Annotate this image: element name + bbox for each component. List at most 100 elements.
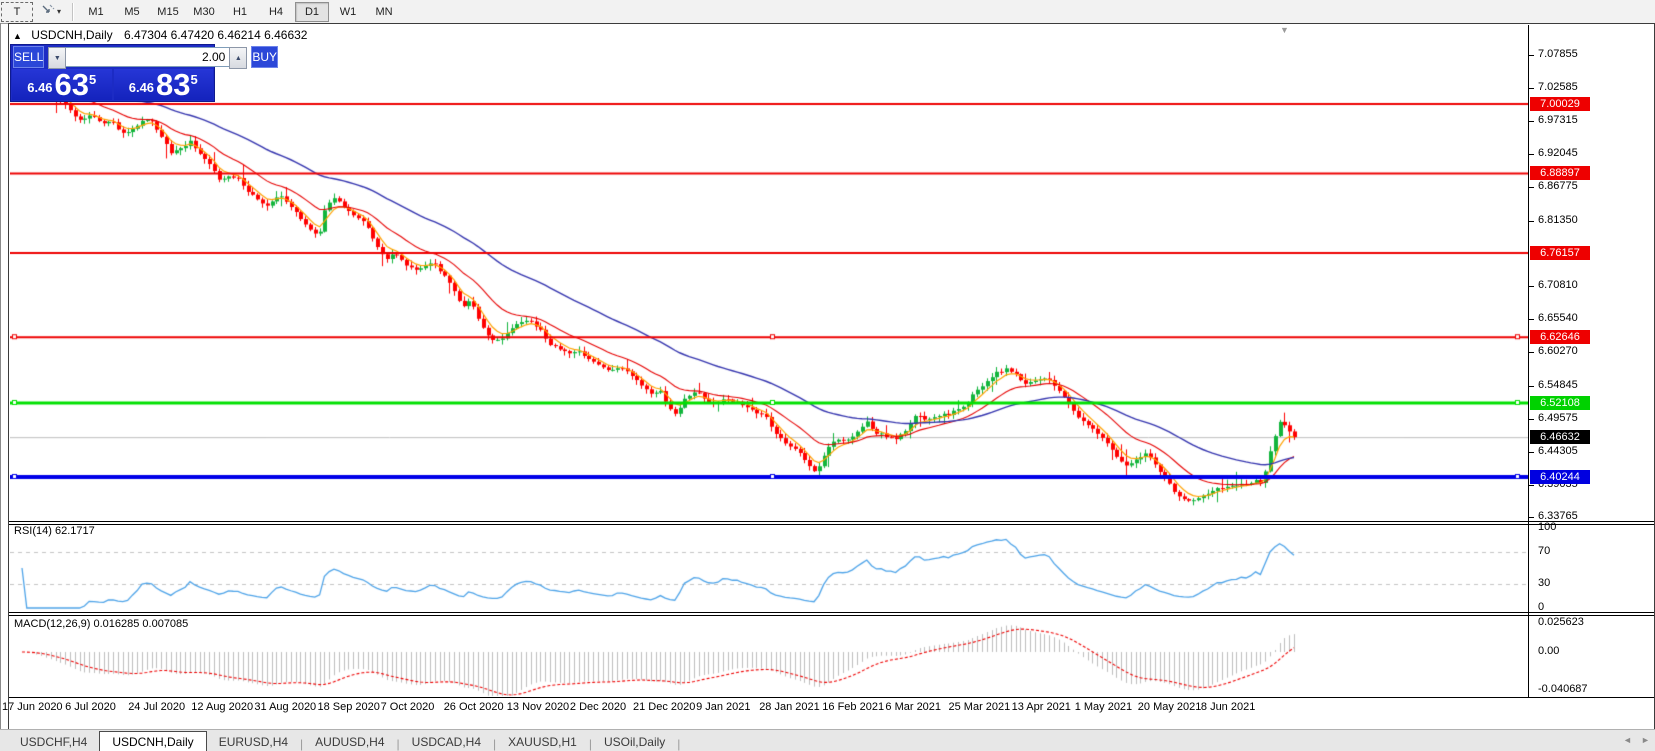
- macd-axis-label: -0.040687: [1538, 683, 1588, 695]
- tab-scroll-right-button[interactable]: ►: [1638, 733, 1653, 747]
- objects-tool-button[interactable]: ▾: [35, 2, 67, 22]
- tab-eurusd-h4[interactable]: EURUSD,H4: [207, 733, 300, 751]
- buy-price-prefix: 6.46: [128, 80, 155, 95]
- price-line-label: 6.46632: [1530, 430, 1590, 444]
- timeframe-button-mn[interactable]: MN: [367, 2, 401, 22]
- price-tick-mark: [1529, 154, 1534, 155]
- price-tick-mark: [1529, 319, 1534, 320]
- price-line-label: 6.40244: [1530, 470, 1590, 484]
- rsi-axis-label: 70: [1538, 545, 1551, 557]
- timeframe-button-w1[interactable]: W1: [331, 2, 365, 22]
- buy-price-pip: 5: [190, 72, 198, 87]
- date-tick-label: 13 Apr 2021: [1011, 701, 1071, 713]
- price-tick-mark: [1529, 485, 1534, 486]
- one-click-trading-panel: SELL ▼ ▲ BUY 6.46 63 5 6.46 83 5: [10, 44, 279, 102]
- date-tick-label: 28 Jan 2021: [759, 701, 820, 713]
- price-tick-mark: [1529, 88, 1534, 89]
- price-line-label: 6.88897: [1530, 166, 1590, 180]
- timeframe-button-h1[interactable]: H1: [223, 2, 257, 22]
- tab-separator: |: [677, 737, 681, 751]
- timeframe-button-h4[interactable]: H4: [259, 2, 293, 22]
- volume-input[interactable]: [66, 47, 230, 67]
- chart-ohlc-values: 6.47304 6.47420 6.46214 6.46632: [123, 28, 308, 42]
- buy-price-display[interactable]: 6.46 83 5: [113, 67, 213, 102]
- sell-button[interactable]: SELL: [13, 46, 45, 68]
- volume-increase-button[interactable]: ▲: [229, 47, 248, 69]
- buy-price-digits: 83: [156, 67, 191, 102]
- date-tick-label: 16 Feb 2021: [822, 701, 885, 713]
- price-axis-divider: [1528, 25, 1529, 697]
- date-tick-label: 9 Jan 2021: [696, 701, 751, 713]
- price-line-label: 6.76157: [1530, 246, 1590, 260]
- objects-tool-icon: [41, 4, 55, 19]
- date-tick-label: 31 Aug 2020: [254, 701, 317, 713]
- chart-bottom-border: [9, 697, 1654, 698]
- price-tick-label: 6.54845: [1538, 379, 1578, 391]
- price-tick-mark: [1529, 352, 1534, 353]
- symbol-marker-icon: ▲: [13, 31, 22, 41]
- date-tick-label: 21 Dec 2020: [633, 701, 696, 713]
- timeframe-button-m5[interactable]: M5: [115, 2, 149, 22]
- buy-button[interactable]: BUY: [251, 46, 279, 68]
- price-tick-label: 6.97315: [1538, 114, 1578, 126]
- price-tick-label: 6.81350: [1538, 214, 1578, 226]
- price-tick-label: 6.49575: [1538, 412, 1578, 424]
- tab-xauusd-h1[interactable]: XAUUSD,H1: [496, 733, 589, 751]
- volume-stepper: ▼ ▲: [48, 47, 248, 69]
- macd-panel-separator[interactable]: [9, 612, 1654, 616]
- price-tick-label: 6.60270: [1538, 345, 1578, 357]
- timeframe-button-m30[interactable]: M30: [187, 2, 221, 22]
- price-tick-mark: [1529, 286, 1534, 287]
- rsi-axis-label: 30: [1538, 577, 1551, 589]
- text-tool-button[interactable]: T: [1, 1, 33, 22]
- toolbar-separator: [72, 2, 74, 21]
- date-tick-label: 7 Oct 2020: [380, 701, 435, 713]
- timeframe-button-m1[interactable]: M1: [79, 2, 113, 22]
- sell-price-prefix: 6.46: [27, 80, 53, 95]
- sell-price-pip: 5: [89, 72, 97, 87]
- price-tick-mark: [1529, 419, 1534, 420]
- macd-label: MACD(12,26,9) 0.016285 0.007085: [14, 618, 189, 630]
- window-left-border: [0, 23, 1, 750]
- price-tick-mark: [1529, 221, 1534, 222]
- timeframe-button-d1[interactable]: D1: [295, 1, 329, 22]
- date-tick-label: 8 Jun 2021: [1200, 701, 1256, 713]
- date-tick-label: 24 Jul 2020: [128, 701, 186, 713]
- date-tick-label: 2 Dec 2020: [569, 701, 627, 713]
- date-tick-label: 20 May 2021: [1137, 701, 1202, 713]
- date-tick-label: 25 Mar 2021: [948, 701, 1011, 713]
- macd-axis-label: 0.00: [1538, 645, 1560, 657]
- date-tick-label: 6 Jul 2020: [65, 701, 116, 713]
- price-tick-label: 6.44305: [1538, 445, 1578, 457]
- rsi-panel-separator[interactable]: [9, 521, 1654, 525]
- top-toolbar: T ▾ M1 M5 M15 M30 H1 H4 D1 W1 MN: [0, 0, 1655, 24]
- timeframe-button-m15[interactable]: M15: [151, 2, 185, 22]
- price-line-label: 7.00029: [1530, 97, 1590, 111]
- price-tick-label: 6.70810: [1538, 279, 1578, 291]
- price-line-label: 6.52108: [1530, 396, 1590, 410]
- price-line-label: 6.62646: [1530, 330, 1590, 344]
- chart-tab-bar: USDCHF,H4 USDCNH,Daily EURUSD,H4 | AUDUSD,H4…: [0, 729, 1655, 751]
- price-tick-mark: [1529, 386, 1534, 387]
- date-tick-label: 17 Jun 2020: [2, 701, 63, 713]
- price-tick-mark: [1529, 187, 1534, 188]
- price-tick-mark: [1529, 121, 1534, 122]
- chart-canvas[interactable]: [10, 25, 1528, 697]
- tab-audusd-h4[interactable]: AUDUSD,H4: [303, 733, 396, 751]
- macd-axis-label: 0.025623: [1538, 616, 1584, 628]
- tab-scroll-left-button[interactable]: ◄: [1620, 733, 1635, 747]
- tab-usdchf-h4[interactable]: USDCHF,H4: [8, 733, 99, 751]
- date-tick-label: 6 Mar 2021: [885, 701, 942, 713]
- date-tick-label: 12 Aug 2020: [191, 701, 254, 713]
- price-tick-label: 7.07855: [1538, 48, 1578, 60]
- volume-decrease-button[interactable]: ▼: [48, 47, 67, 69]
- tab-usdcnh-daily[interactable]: USDCNH,Daily: [99, 731, 207, 751]
- date-tick-label: 13 Nov 2020: [506, 701, 570, 713]
- tab-usdcad-h4[interactable]: USDCAD,H4: [400, 733, 493, 751]
- sell-price-display[interactable]: 6.46 63 5: [12, 69, 112, 100]
- chart-shift-marker-icon[interactable]: ▼: [1280, 25, 1289, 35]
- tab-usoil-daily[interactable]: USOil,Daily: [592, 733, 677, 751]
- chart-symbol-period: USDCNH,Daily: [31, 28, 113, 42]
- price-tick-label: 7.02585: [1538, 81, 1578, 93]
- chart-title: ▲ USDCNH,Daily 6.47304 6.47420 6.46214 6…: [13, 28, 307, 42]
